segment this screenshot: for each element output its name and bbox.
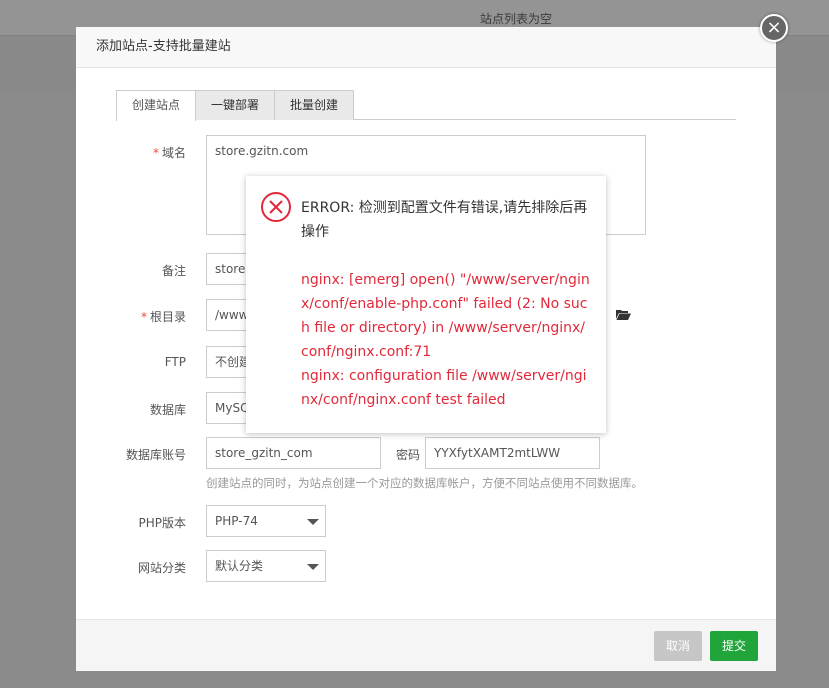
- chevron-down-icon: [307, 564, 319, 570]
- domain-label: * 域名: [152, 146, 186, 160]
- db-password-input[interactable]: YYXfytXAMT2mtLWW: [425, 437, 600, 469]
- error-detail-line-1: nginx: [emerg] open() "/www/server/nginx…: [301, 272, 590, 360]
- error-detail-line-2: nginx: configuration file /www/server/ng…: [301, 368, 587, 408]
- tab-bar: 创建站点 一键部署 批量创建: [116, 90, 736, 121]
- error-circle-x-icon: [261, 192, 291, 222]
- modal-footer: 取消 提交: [76, 619, 776, 671]
- cancel-button[interactable]: 取消: [654, 631, 702, 661]
- php-version-select[interactable]: PHP-74: [206, 505, 326, 537]
- site-category-value: 默认分类: [215, 559, 264, 573]
- close-icon[interactable]: ×: [760, 14, 788, 42]
- submit-button[interactable]: 提交: [710, 631, 758, 661]
- site-category-select[interactable]: 默认分类: [206, 550, 326, 582]
- php-version-value: PHP-74: [215, 514, 258, 528]
- db-password-label: 密码: [396, 448, 421, 462]
- php-version-label: PHP版本: [138, 516, 187, 530]
- ftp-label: FTP: [164, 355, 186, 369]
- tab-one-click-deploy[interactable]: 一键部署: [195, 90, 275, 120]
- modal-title: 添加站点-支持批量建站: [76, 27, 776, 68]
- root-dir-label: * 根目录: [140, 310, 186, 324]
- error-message: ERROR: 检测到配置文件有错误,请先排除后再操作: [301, 200, 588, 240]
- database-label: 数据库: [149, 403, 186, 417]
- tab-batch-create[interactable]: 批量创建: [274, 90, 354, 120]
- folder-open-icon[interactable]: [616, 309, 631, 320]
- error-detail: nginx: [emerg] open() "/www/server/nginx…: [301, 268, 591, 412]
- required-mark: *: [140, 310, 147, 324]
- chevron-down-icon: [307, 519, 319, 525]
- remark-label: 备注: [161, 264, 186, 278]
- db-account-label: 数据库账号: [125, 448, 186, 462]
- tab-create-site[interactable]: 创建站点: [116, 90, 196, 121]
- db-account-input[interactable]: store_gzitn_com: [206, 437, 381, 469]
- error-dialog: ERROR: 检测到配置文件有错误,请先排除后再操作 nginx: [emerg…: [246, 176, 606, 433]
- site-category-label: 网站分类: [137, 561, 186, 575]
- db-hint-text: 创建站点的同时，为站点创建一个对应的数据库帐户，方便不同站点使用不同数据库。: [206, 476, 643, 490]
- required-mark: *: [152, 146, 159, 160]
